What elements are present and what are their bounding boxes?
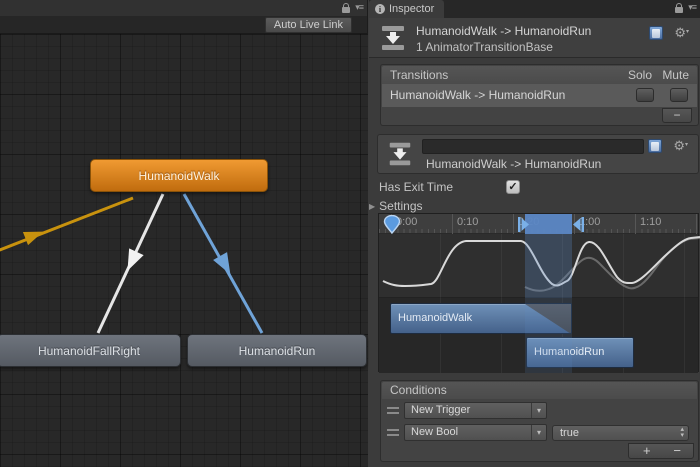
popup-arrows-icon: ▴▾ <box>680 427 684 439</box>
transition-row-label: HumanoidWalk -> HumanoidRun <box>390 88 565 102</box>
state-node-humanoidwalk[interactable]: HumanoidWalk <box>90 159 268 192</box>
mute-column-label: Mute <box>662 68 689 82</box>
inspector-lock-icon[interactable] <box>675 7 683 13</box>
inspector-title: HumanoidWalk -> HumanoidRun <box>416 24 591 38</box>
transition-region-ruler[interactable] <box>525 214 572 234</box>
auto-live-link-button[interactable]: Auto Live Link <box>265 17 352 33</box>
state-node-humanoidrun[interactable]: HumanoidRun <box>187 334 367 367</box>
solo-column-label: Solo <box>628 68 652 82</box>
dropdown-arrow-icon: ▾ <box>531 425 546 440</box>
playhead-icon[interactable] <box>383 215 401 234</box>
entry-edge-arrow-icon <box>23 225 46 245</box>
drag-handle-icon[interactable] <box>387 429 399 436</box>
transition-start-marker-icon[interactable] <box>518 217 530 232</box>
clip-humanoidwalk-label: HumanoidWalk <box>398 312 472 324</box>
conditions-footer: + − <box>628 443 694 459</box>
has-exit-time-label: Has Exit Time <box>379 180 453 194</box>
inspector-tabbar: i Inspector ▾≡ <box>369 0 700 18</box>
tab-inspector-label: Inspector <box>389 3 434 15</box>
unity-editor: ▾≡ Auto Live Link HumanoidWalk HumanoidF… <box>0 0 700 467</box>
transition-end-marker-icon[interactable] <box>572 217 584 232</box>
remove-condition-button[interactable]: − <box>673 444 681 458</box>
foldout-arrow-icon: ▶ <box>369 202 375 211</box>
gear-icon[interactable]: ⚙ <box>673 139 688 152</box>
animator-tabstrip: ▾≡ <box>0 0 367 16</box>
transition-icon <box>378 23 408 53</box>
pane-menu-icon[interactable]: ▾≡ <box>355 2 363 13</box>
inspector-pane-menu-icon[interactable]: ▾≡ <box>688 2 696 13</box>
transition-icon <box>386 140 414 168</box>
animator-toolbar: Auto Live Link <box>0 16 367 34</box>
transition-region-curves <box>525 234 572 298</box>
condition-value-popup[interactable]: true ▴▾ <box>552 425 689 441</box>
state-node-humanoidfallright[interactable]: HumanoidFallRight <box>0 334 181 367</box>
lock-icon[interactable] <box>342 7 350 13</box>
drag-handle-icon[interactable] <box>387 407 399 414</box>
inspector-panel: i Inspector ▾≡ HumanoidWalk -> HumanoidR… <box>369 0 700 467</box>
walk-to-run-arrow-icon <box>213 252 237 278</box>
has-exit-time-checkbox[interactable]: ✓ <box>506 180 520 194</box>
mute-toggle[interactable] <box>670 88 688 102</box>
transition-detail-header: ⚙ HumanoidWalk -> HumanoidRun <box>377 134 699 174</box>
reference-book-icon[interactable] <box>648 139 662 153</box>
walk-to-fallright-arrow-icon <box>120 248 143 274</box>
conditions-list: Conditions New Trigger ▾ New Bool ▾ true… <box>380 380 699 462</box>
tick-label: 0:10 <box>457 216 478 228</box>
condition-value-label: true <box>560 427 579 439</box>
add-condition-button[interactable]: + <box>643 444 651 458</box>
entry-edge[interactable] <box>0 198 133 253</box>
animator-graph-canvas[interactable]: HumanoidWalk HumanoidFallRight HumanoidR… <box>0 34 368 467</box>
conditions-header: Conditions <box>382 382 697 399</box>
transitions-list: Transitions Solo Mute HumanoidWalk -> Hu… <box>380 64 699 126</box>
transition-name-field[interactable] <box>422 139 644 154</box>
remove-transition-button[interactable]: − <box>662 108 692 123</box>
transitions-list-header: Transitions Solo Mute <box>382 66 697 84</box>
animator-panel: ▾≡ Auto Live Link HumanoidWalk HumanoidF… <box>0 0 368 467</box>
transition-region-clips <box>525 298 572 373</box>
settings-foldout[interactable]: ▶ Settings <box>369 199 689 213</box>
info-icon: i <box>375 4 385 14</box>
transition-edges <box>0 34 368 467</box>
tick-label: 1:10 <box>640 216 661 228</box>
settings-label: Settings <box>379 199 422 213</box>
condition-parameter-dropdown[interactable]: New Trigger ▾ <box>404 402 547 419</box>
dropdown-arrow-icon: ▾ <box>531 403 546 418</box>
condition-parameter-dropdown[interactable]: New Bool ▾ <box>404 424 547 441</box>
transitions-title: Transitions <box>390 68 448 82</box>
condition-parameter-label: New Trigger <box>411 404 470 416</box>
has-exit-time-row: Has Exit Time ✓ <box>379 180 699 196</box>
transition-preview[interactable]: 0:00 0:10 0:20 1:00 1:10 <box>378 213 699 372</box>
inspector-subtitle: 1 AnimatorTransitionBase <box>416 40 553 54</box>
condition-parameter-label: New Bool <box>411 426 458 438</box>
transition-list-row[interactable]: HumanoidWalk -> HumanoidRun <box>382 84 697 107</box>
reference-book-icon[interactable] <box>649 26 663 40</box>
condition-row[interactable]: New Trigger ▾ <box>383 402 696 420</box>
solo-toggle[interactable] <box>636 88 654 102</box>
tab-inspector[interactable]: i Inspector <box>369 0 444 18</box>
inspector-header: HumanoidWalk -> HumanoidRun 1 AnimatorTr… <box>369 18 700 58</box>
condition-row[interactable]: New Bool ▾ true ▴▾ <box>383 424 696 442</box>
transition-detail-label: HumanoidWalk -> HumanoidRun <box>426 157 601 171</box>
gear-icon[interactable]: ⚙ <box>674 26 689 39</box>
